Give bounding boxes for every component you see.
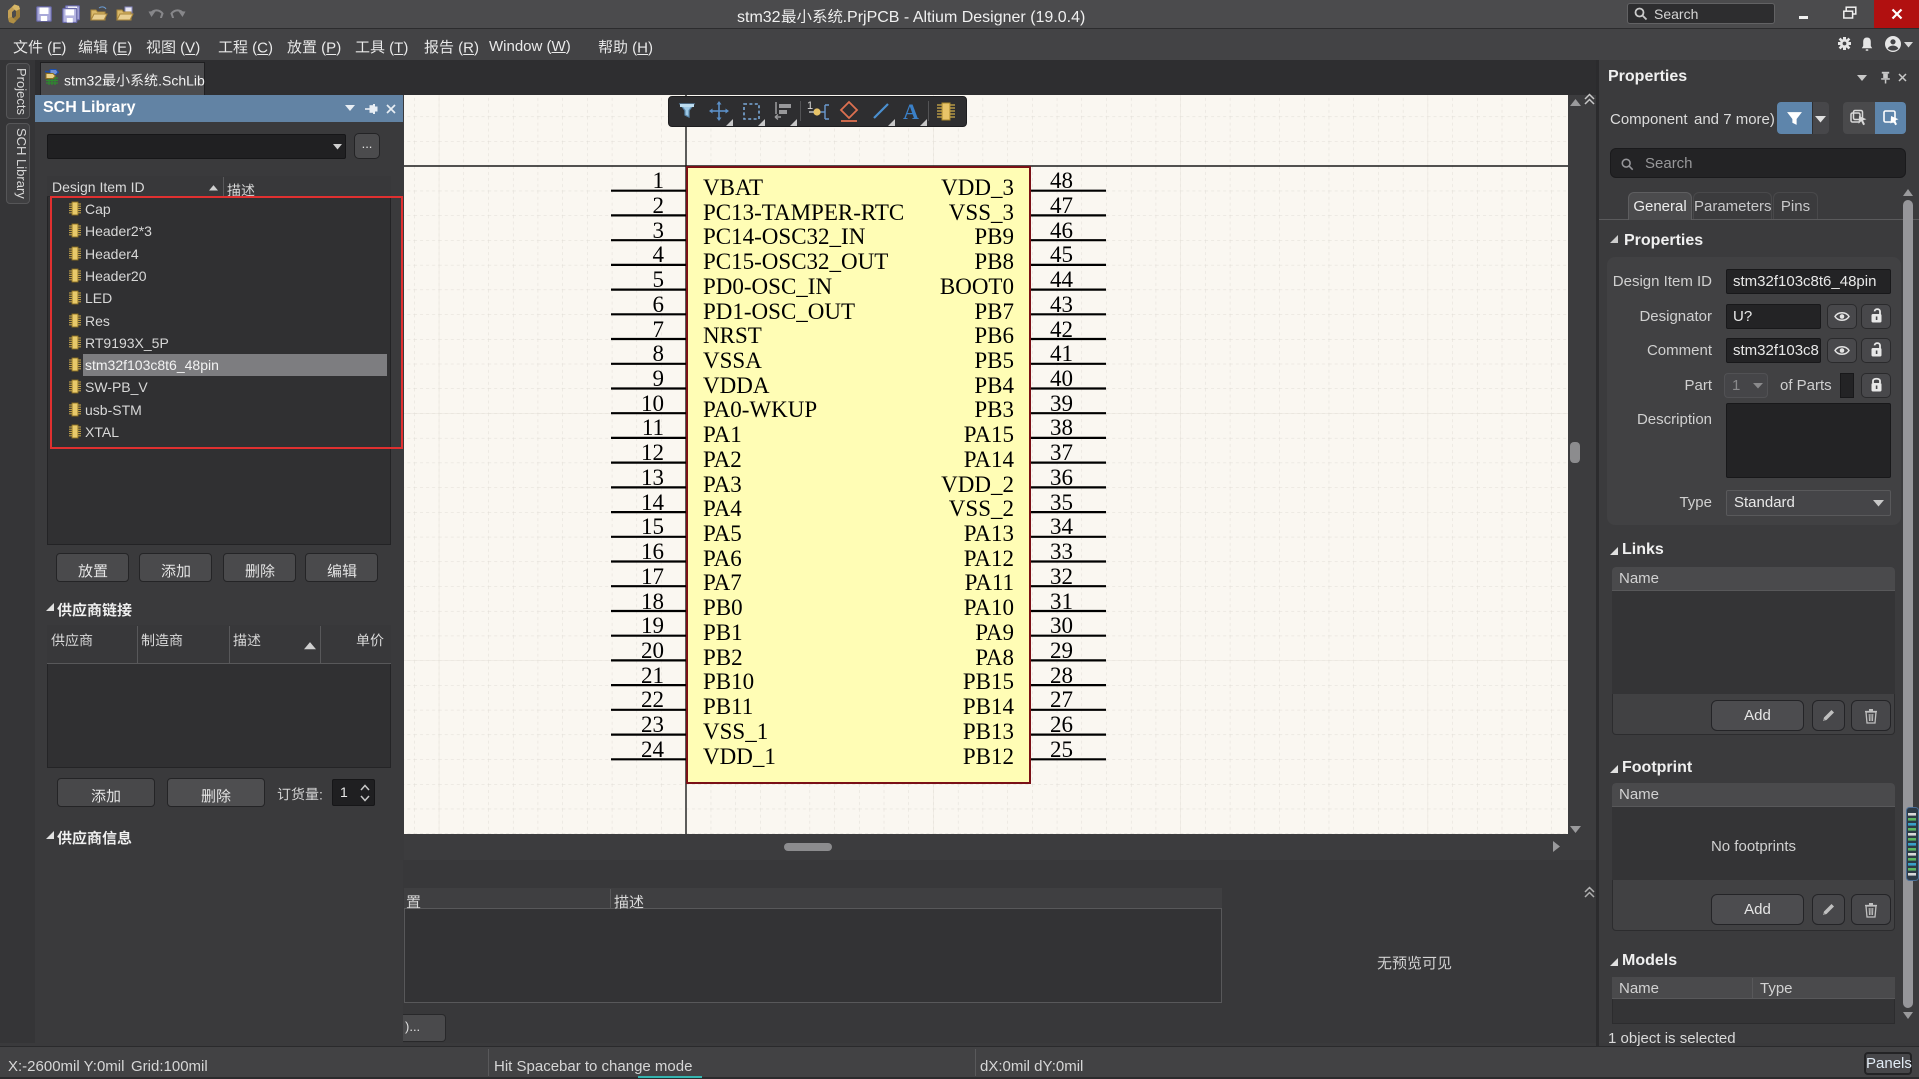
svg-text:1: 1	[807, 100, 813, 112]
